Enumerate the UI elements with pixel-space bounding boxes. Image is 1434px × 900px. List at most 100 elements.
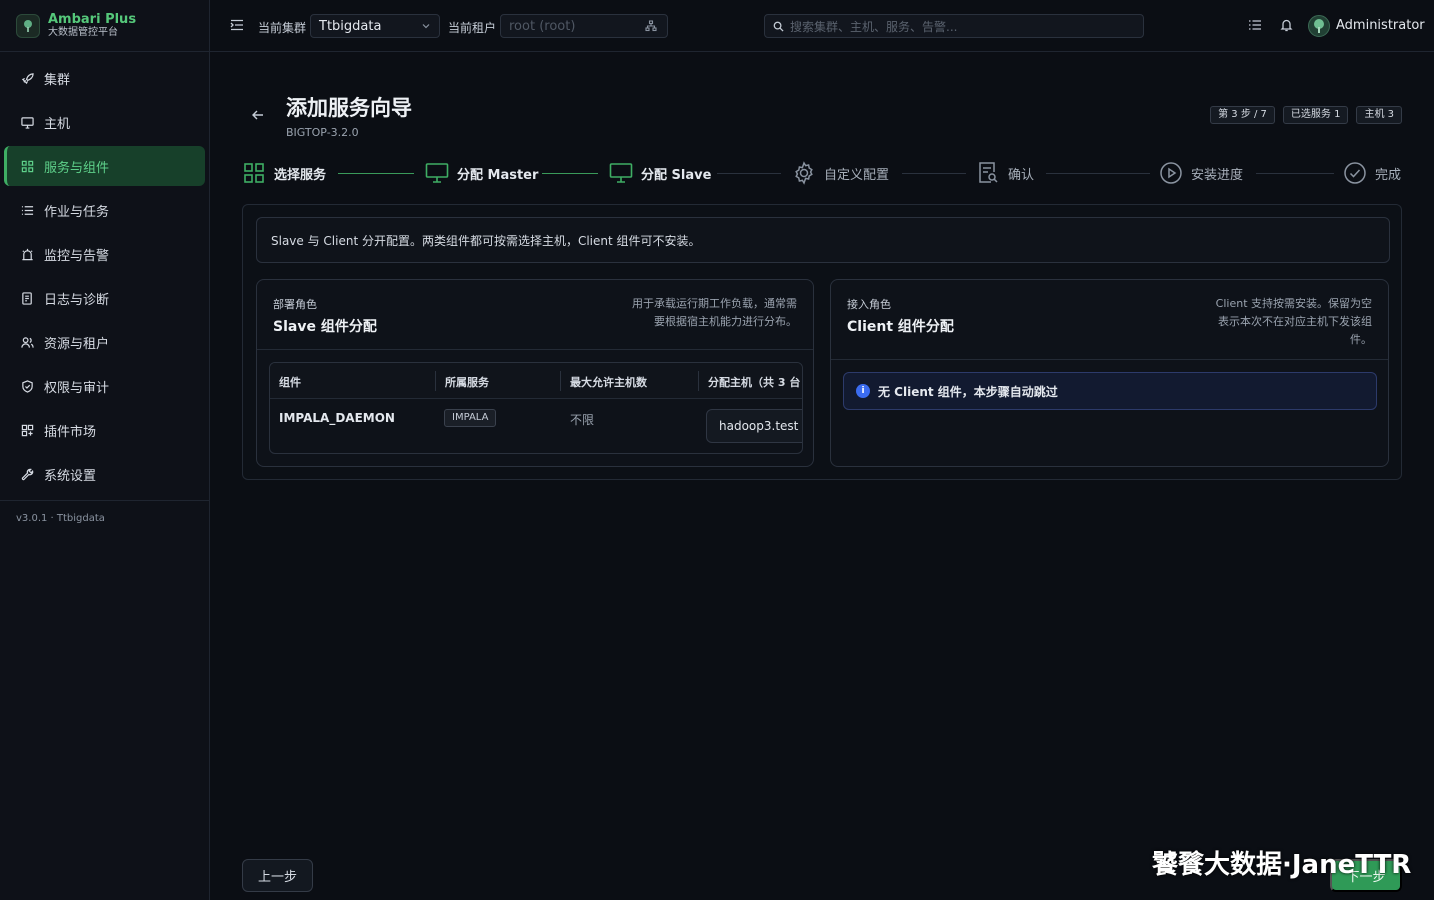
- column-header: 所属服务: [445, 376, 489, 389]
- sidebar-item-tenants[interactable]: 资源与租户: [4, 322, 205, 362]
- sidebar: Ambari Plus 大数据管控平台 集群 主机 服务与组件 作业与任务 监控…: [0, 0, 210, 900]
- wizard-steps: 选择服务 分配 Master 分配 Slave 自定义配置 确认 安装进度 完成: [242, 160, 1402, 186]
- menu-toggle-icon[interactable]: [230, 18, 244, 36]
- host-select[interactable]: hadoop3.test: [706, 409, 802, 443]
- monitor-icon: [20, 115, 34, 129]
- client-card: 接入角色 Client 组件分配 Client 支持按需安装。保留为空 表示本次…: [830, 279, 1389, 467]
- table-header: 组件 所属服务 最大允许主机数 分配主机（共 3 台: [270, 363, 802, 399]
- step-connector: [717, 173, 781, 174]
- sidebar-item-hosts[interactable]: 主机: [4, 102, 205, 142]
- step-confirm[interactable]: 确认: [976, 160, 1034, 186]
- column-divider: [435, 371, 436, 391]
- client-card-header: 接入角色 Client 组件分配 Client 支持按需安装。保留为空 表示本次…: [831, 280, 1388, 360]
- rocket-icon: [20, 71, 34, 85]
- monitor-icon: [609, 161, 633, 185]
- desc-line: 要根据宿主机能力进行分布。: [654, 315, 797, 328]
- sidebar-item-label: 系统设置: [44, 468, 97, 484]
- grid-icon: [20, 159, 34, 173]
- search-icon: [773, 21, 784, 32]
- step-connector: [1046, 173, 1150, 174]
- sidebar-item-monitoring[interactable]: 监控与告警: [4, 234, 205, 274]
- shield-icon: [20, 379, 34, 393]
- sidebar-item-cluster[interactable]: 集群: [4, 58, 205, 98]
- sidebar-nav: 集群 主机 服务与组件 作业与任务 监控与告警 日志与诊断 资源与租户 权限与审…: [0, 52, 209, 494]
- sidebar-item-label: 集群: [44, 72, 71, 88]
- slave-card-description: 用于承载运行期工作负载，通常需 要根据宿主机能力进行分布。: [632, 295, 797, 331]
- username[interactable]: Administrator: [1336, 18, 1425, 33]
- slave-card: 部署角色 Slave 组件分配 用于承载运行期工作负载，通常需 要根据宿主机能力…: [256, 279, 814, 467]
- client-info-text: 无 Client 组件，本步骤自动跳过: [878, 384, 1058, 399]
- brand-name: Ambari Plus: [48, 11, 137, 27]
- sidebar-item-label: 资源与租户: [44, 336, 110, 352]
- slave-card-header: 部署角色 Slave 组件分配 用于承载运行期工作负载，通常需 要根据宿主机能力…: [257, 280, 813, 350]
- step-count-badge: 第 3 步 / 7: [1210, 106, 1275, 124]
- cluster-label: 当前集群: [258, 21, 307, 35]
- document-search-icon: [976, 161, 1000, 185]
- step-finish[interactable]: 完成: [1343, 160, 1401, 186]
- brand[interactable]: Ambari Plus 大数据管控平台: [0, 0, 209, 52]
- chevron-down-icon: [421, 20, 431, 35]
- global-search-input[interactable]: 搜索集群、主机、服务、告警...: [764, 14, 1144, 38]
- desc-line: 表示本次不在对应主机下发该组: [1218, 315, 1372, 328]
- step-assign-master[interactable]: 分配 Master: [425, 160, 538, 186]
- avatar[interactable]: [1308, 15, 1330, 37]
- page-title: 添加服务向导: [286, 96, 412, 120]
- watermark: 饕餮大数据·JaneTTR: [1152, 850, 1412, 880]
- slave-component-table: 组件 所属服务 最大允许主机数 分配主机（共 3 台 IMPALA_DAEMON…: [269, 362, 803, 454]
- step-install-progress[interactable]: 安装进度: [1159, 160, 1243, 186]
- desc-line: 用于承载运行期工作负载，通常需: [632, 297, 797, 310]
- client-card-description: Client 支持按需安装。保留为空 表示本次不在对应主机下发该组 件。: [1216, 295, 1372, 349]
- selected-services-badge: 已选服务 1: [1282, 106, 1349, 124]
- client-card-kicker: 接入角色: [847, 298, 891, 311]
- sidebar-item-label: 主机: [44, 116, 71, 132]
- step-connector: [1256, 173, 1334, 174]
- desc-line: 件。: [1350, 333, 1372, 346]
- step-select-services[interactable]: 选择服务: [242, 160, 326, 186]
- version-label: v3.0.1 · Ttbigdata: [0, 500, 209, 536]
- desc-line: Client 支持按需安装。保留为空: [1215, 297, 1372, 310]
- client-info-alert: i 无 Client 组件，本步骤自动跳过: [843, 372, 1377, 410]
- slave-card-kicker: 部署角色: [273, 298, 317, 311]
- plugin-icon: [20, 423, 34, 437]
- wrench-icon: [20, 467, 34, 481]
- sidebar-item-logs[interactable]: 日志与诊断: [4, 278, 205, 318]
- step-label: 选择服务: [274, 167, 327, 183]
- wizard-status-chips: 第 3 步 / 7 已选服务 1 主机 3: [1210, 106, 1402, 124]
- sidebar-item-audit[interactable]: 权限与审计: [4, 366, 205, 406]
- sidebar-item-label: 插件市场: [44, 424, 97, 440]
- previous-step-button[interactable]: 上一步: [242, 859, 313, 892]
- search-placeholder: 搜索集群、主机、服务、告警...: [790, 19, 958, 34]
- sidebar-item-services[interactable]: 服务与组件: [4, 146, 205, 186]
- brand-subtitle: 大数据管控平台: [48, 26, 118, 38]
- sidebar-item-plugins[interactable]: 插件市场: [4, 410, 205, 450]
- sidebar-item-label: 作业与任务: [44, 204, 110, 220]
- column-divider: [698, 371, 699, 391]
- client-card-title: Client 组件分配: [847, 319, 954, 335]
- tenant-select[interactable]: root (root): [500, 14, 668, 38]
- gear-icon: [792, 161, 816, 185]
- users-icon: [20, 335, 34, 349]
- sidebar-item-label: 日志与诊断: [44, 292, 110, 308]
- column-header: 组件: [279, 376, 301, 389]
- task-list-icon[interactable]: [1248, 18, 1262, 36]
- component-name: IMPALA_DAEMON: [279, 411, 395, 425]
- step-label: 分配 Slave: [641, 167, 712, 183]
- step-assign-slave[interactable]: 分配 Slave: [609, 160, 711, 186]
- alarm-icon: [20, 247, 34, 261]
- bell-icon[interactable]: [1280, 18, 1293, 36]
- tree-icon: [16, 13, 40, 38]
- slave-card-title: Slave 组件分配: [273, 319, 377, 335]
- sidebar-item-settings[interactable]: 系统设置: [4, 454, 205, 494]
- step-connector: [902, 173, 966, 174]
- cluster-select-value: Ttbigdata: [319, 18, 382, 34]
- monitor-icon: [425, 161, 449, 185]
- hierarchy-icon: [645, 20, 657, 36]
- back-arrow-icon[interactable]: [251, 108, 265, 126]
- step-label: 自定义配置: [824, 167, 890, 183]
- service-tag: IMPALA: [444, 409, 497, 427]
- max-hosts-value: 不限: [570, 413, 595, 427]
- sidebar-item-jobs[interactable]: 作业与任务: [4, 190, 205, 230]
- step-custom-config[interactable]: 自定义配置: [792, 160, 889, 186]
- step-connector: [338, 173, 414, 174]
- cluster-select[interactable]: Ttbigdata: [310, 14, 440, 38]
